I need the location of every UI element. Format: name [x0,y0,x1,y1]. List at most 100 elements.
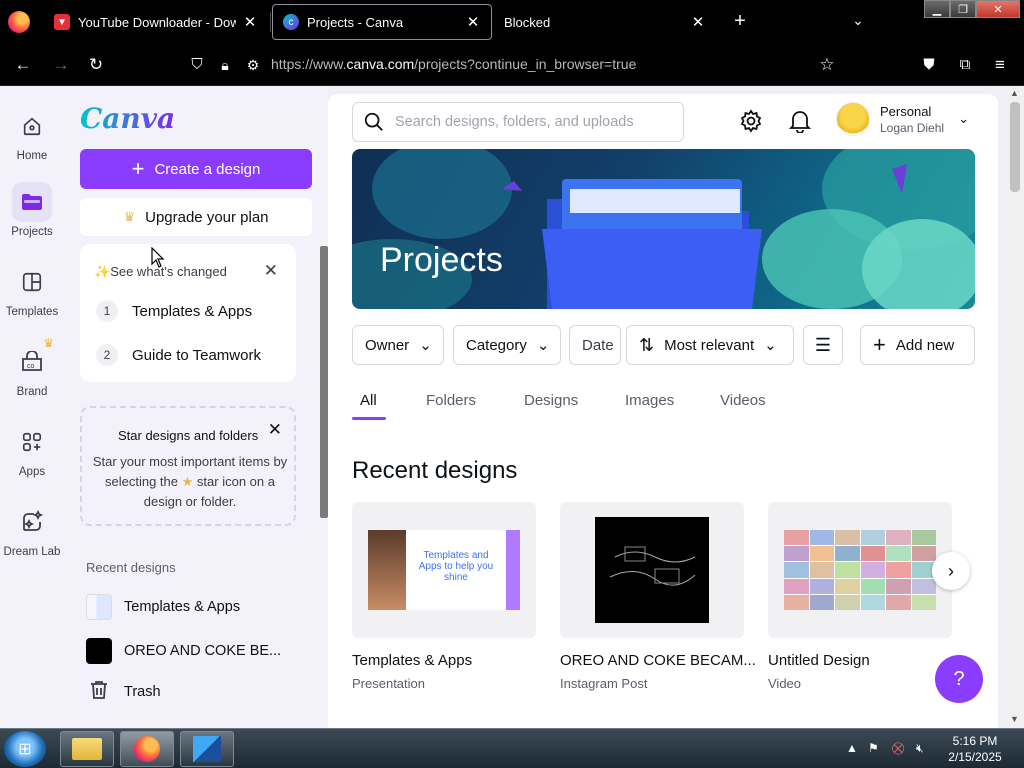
new-tab-icon[interactable]: + [730,10,750,33]
url-path: /projects?continue_in_browser=true [414,56,637,72]
recent-designs-heading: Recent designs [86,560,176,575]
url-prefix: https://www. [271,56,347,72]
account-text: Personal Logan Diehl [880,104,944,135]
design-card-oreo-coke[interactable] [560,502,744,638]
rail-item-apps[interactable]: Apps [0,422,64,478]
tracking-protection-icon[interactable]: ⛉ [186,54,208,76]
permissions-icon[interactable]: ⚙︎ [242,54,264,76]
tab-title: YouTube Downloader - Downlo [78,14,236,30]
network-icon[interactable]: ⛒ [892,741,904,756]
volume-muted-icon[interactable]: 🔇︎ [916,741,924,756]
tab-title: Blocked [504,14,551,30]
filter-label: Owner [365,336,410,354]
recent-designs-title: Recent designs [352,457,518,484]
search-input[interactable]: Search designs, folders, and uploads [352,102,684,142]
bookmark-star-icon[interactable]: ☆ [816,54,838,76]
back-icon[interactable]: ← [12,54,34,76]
tab-designs[interactable]: Designs [524,392,578,409]
notifications-bell-icon[interactable] [787,108,813,134]
create-design-button[interactable]: + Create a design [80,149,312,189]
rail-item-templates[interactable]: Templates [0,262,64,318]
tray-expand-icon[interactable]: ▲ [846,741,858,755]
apps-icon [12,422,52,462]
minimize-icon[interactable]: ▁ [924,0,950,18]
tab-blocked[interactable]: Blocked ✕ [494,4,716,40]
firefox-icon[interactable] [8,11,30,33]
dream-lab-icon [12,502,52,542]
carousel-next-arrow-icon[interactable]: › [932,552,970,590]
recent-item-oreo-coke[interactable]: OREO AND COKE BE... [86,638,281,664]
forward-icon[interactable]: → [50,54,72,76]
rail-label: Brand [16,386,48,398]
pocket-icon[interactable]: ⛊ [918,54,940,76]
account-switcher[interactable]: Personal Logan Diehl ⌄ [836,102,969,136]
sort-dropdown[interactable]: ⇅ Most relevant ⌄ [626,325,794,365]
url-bar[interactable]: https://www.canva.com/projects?continue_… [271,56,636,72]
changes-item-guide-teamwork[interactable]: 2 Guide to Teamwork [96,344,261,366]
rail-item-home[interactable]: Home [0,106,64,162]
tab-folders[interactable]: Folders [426,392,476,409]
rail-item-brand[interactable]: co ♛ Brand [0,336,64,398]
close-tab-icon[interactable]: ✕ [690,13,706,31]
taskbar-explorer-button[interactable] [60,731,114,767]
filter-label: Category [466,336,527,354]
tab-images[interactable]: Images [625,392,674,409]
close-icon[interactable]: ✕ [268,420,282,440]
tab-all[interactable]: All [360,392,377,409]
sidebar-scrollbar[interactable] [320,246,328,518]
close-tab-icon[interactable]: ✕ [242,13,258,31]
brand-icon: co ♛ [12,336,54,382]
settings-gear-icon[interactable] [738,108,764,134]
rail-item-projects[interactable]: Projects [0,182,64,238]
firefox-icon [134,736,160,762]
lock-icon[interactable]: 🔒︎ [214,54,236,76]
add-new-button[interactable]: + Add new [860,325,975,365]
changes-item-templates-apps[interactable]: 1 Templates & Apps [96,300,252,322]
checkbox-strip [506,530,520,610]
design-name[interactable]: Untitled Design [768,652,870,669]
changes-item-label: Guide to Teamwork [132,346,261,364]
star-icon: ★ [181,474,194,489]
owner-filter[interactable]: Owner ⌄ [352,325,444,365]
extensions-icon[interactable]: ⧉ [954,54,976,76]
tab-list-chevron-icon[interactable]: ⌄ [848,12,868,29]
design-card-untitled[interactable] [768,502,952,638]
taskbar-firefox-button[interactable] [120,731,174,767]
taskbar-app-button[interactable] [180,731,234,767]
category-filter[interactable]: Category ⌄ [453,325,561,365]
close-icon[interactable]: ✕ [264,261,278,281]
tab-youtube-downloader[interactable]: ▼ YouTube Downloader - Downlo ✕ [44,4,268,40]
close-tab-icon[interactable]: ✕ [465,13,481,31]
system-clock[interactable]: 5:16 PM 2/15/2025 [940,733,1010,765]
rail-item-dream-lab[interactable]: Dream Lab [0,502,64,558]
upgrade-plan-label: Upgrade your plan [145,208,269,226]
plus-icon: + [131,156,145,181]
reload-icon[interactable]: ↻ [85,54,107,76]
maximize-icon[interactable]: ❐ [950,0,976,18]
recent-item-templates-apps[interactable]: Templates & Apps [86,594,240,620]
create-design-label: Create a design [154,160,261,178]
upgrade-plan-button[interactable]: ♛ Upgrade your plan [80,198,312,236]
scroll-up-icon[interactable]: ▲ [1010,88,1019,98]
scroll-down-icon[interactable]: ▼ [1010,714,1019,724]
windows-start-icon[interactable]: ⊞ [4,731,46,767]
action-center-icon[interactable]: ⚑ [868,741,879,755]
menu-icon[interactable]: ≡ [989,54,1011,76]
list-view-icon: ☰ [814,334,832,355]
design-card-templates-apps[interactable]: Templates and Apps to help you shine [352,502,536,638]
help-button[interactable]: ? [935,655,983,703]
sort-icon: ⇅ [639,334,655,355]
tab-videos[interactable]: Videos [720,392,766,409]
design-name[interactable]: Templates & Apps [352,652,472,669]
window-close-icon[interactable]: ✕ [976,0,1020,18]
portrait-photo [368,530,406,610]
date-filter[interactable]: Date [569,325,621,365]
tab-canva-projects[interactable]: c Projects - Canva ✕ [272,4,492,40]
design-name[interactable]: OREO AND COKE BECAM... [560,652,756,669]
trash-item[interactable]: Trash [86,680,161,704]
canva-logo[interactable]: Canva [80,102,175,135]
scrollbar-thumb[interactable] [1010,102,1020,192]
whats-changed-card: ✨See what's changed ✕ 1 Templates & Apps… [80,244,296,382]
page-scrollbar[interactable]: ▲ ▼ [1006,86,1024,728]
list-view-button[interactable]: ☰ [803,325,843,365]
